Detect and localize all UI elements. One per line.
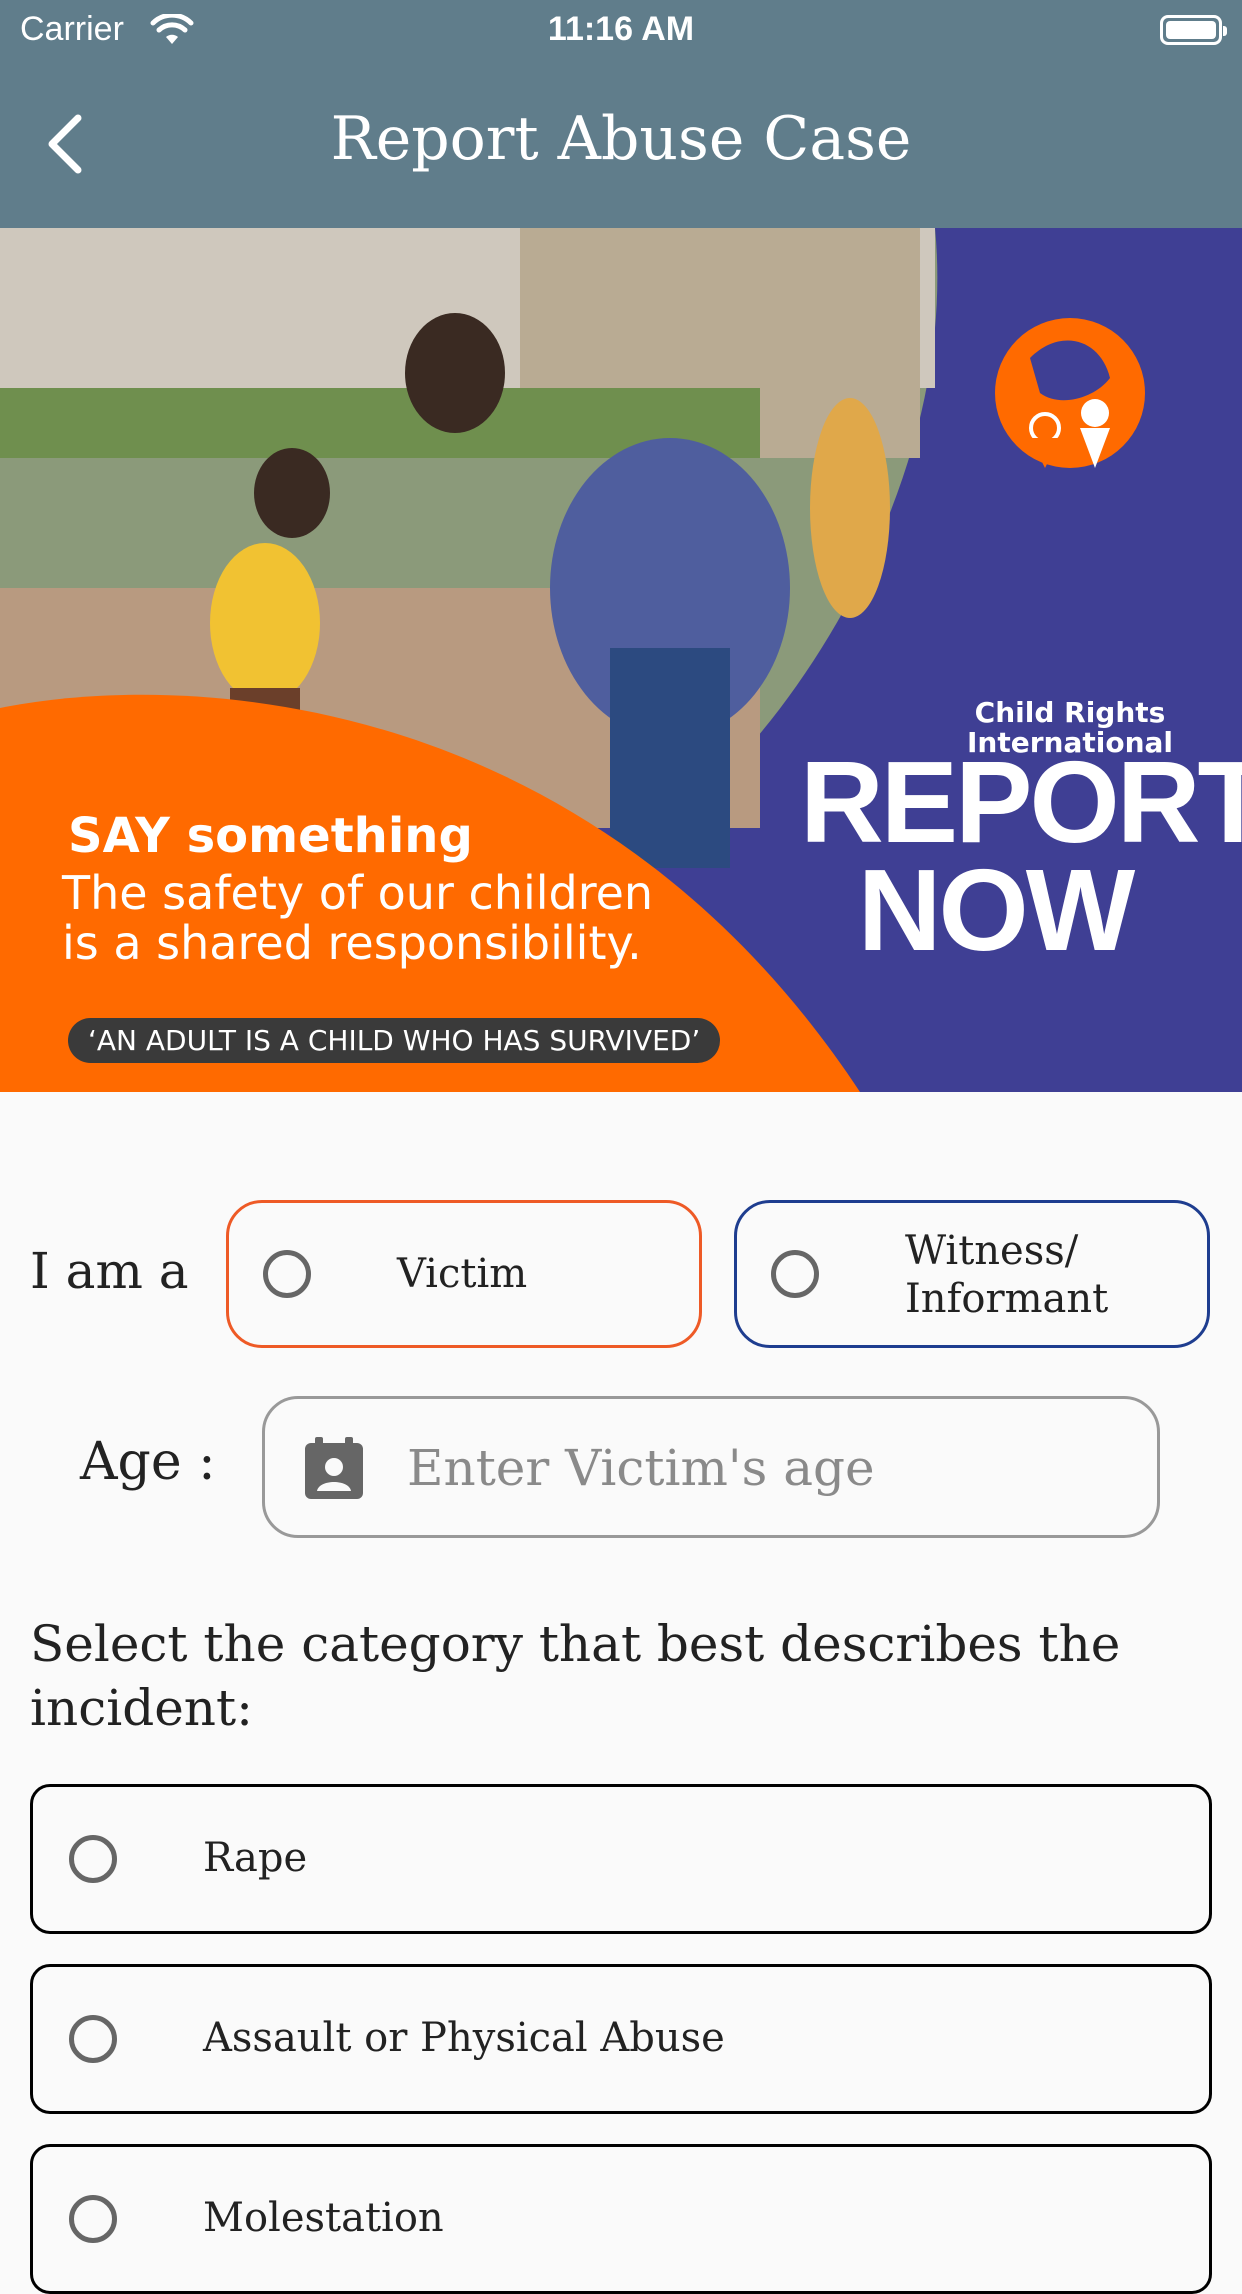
banner-org-name: Child Rights International [966,696,1173,759]
status-bar: Carrier 11:16 AM [0,0,1242,60]
radio-circle-icon[interactable] [69,2195,117,2243]
category-option-rape[interactable]: Rape [30,1784,1212,1934]
category-option-label: Molestation [203,2195,444,2241]
status-time: 11:16 AM [547,10,695,48]
i-am-label: I am a [30,1242,189,1300]
category-option-molestation[interactable]: Molestation [30,2144,1212,2294]
role-option-label: Witness/ Informant [905,1228,1109,1322]
banner-say-something: SAY something [68,808,473,864]
radio-circle-icon[interactable] [771,1250,819,1298]
page-title: Report Abuse Case [330,104,912,174]
banner-safety-text: The safety of our children is a shared r… [62,866,654,970]
category-option-label: Rape [203,1835,308,1881]
age-label: Age : [80,1432,216,1492]
radio-circle-icon[interactable] [263,1250,311,1298]
category-option-label: Assault or Physical Abuse [203,2015,725,2061]
age-input[interactable] [405,1427,1109,1509]
banner-report-now: REPORT NOW [800,737,1242,975]
radio-circle-icon[interactable] [69,2015,117,2063]
report-now-banner: SAY something The safety of our children… [0,228,1242,1092]
banner-quote-pill: ‘AN ADULT IS A CHILD WHO HAS SURVIVED’ [68,1018,721,1063]
category-option-assault[interactable]: Assault or Physical Abuse [30,1964,1212,2114]
role-option-victim[interactable]: Victim [226,1200,702,1348]
category-prompt: Select the category that best describes … [30,1615,1121,1737]
radio-circle-icon[interactable] [69,1835,117,1883]
girl-figure [210,543,320,703]
role-option-label: Victim [397,1251,528,1297]
battery-icon [1160,15,1227,45]
age-field[interactable] [262,1396,1160,1538]
role-option-witness[interactable]: Witness/ Informant [734,1200,1210,1348]
nav-bar: Report Abuse Case [0,60,1242,228]
calendar-contact-icon [305,1437,363,1499]
